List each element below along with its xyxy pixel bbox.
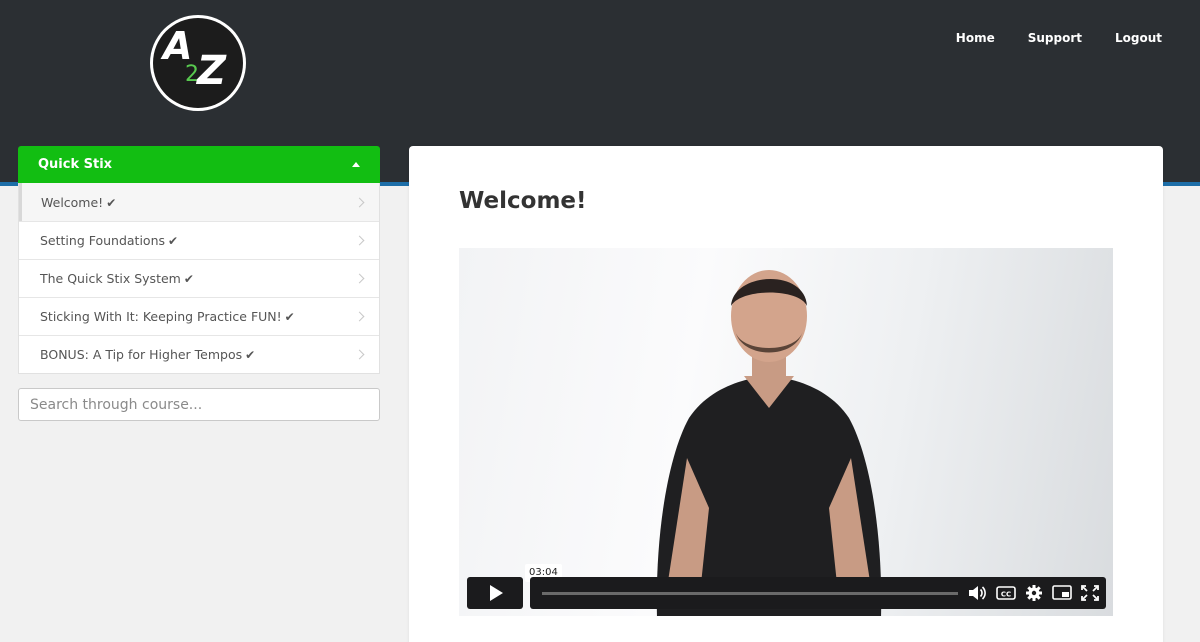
volume-icon[interactable] — [967, 584, 987, 602]
lesson-label: Welcome! — [41, 194, 104, 210]
lesson-title: Welcome! — [459, 188, 587, 214]
video-player[interactable]: 03:04 CC — [459, 248, 1113, 616]
lesson-label: Sticking With It: Keeping Practice FUN! — [40, 309, 282, 324]
course-search-input[interactable] — [18, 388, 380, 421]
fullscreen-icon[interactable] — [1080, 584, 1100, 602]
settings-icon[interactable] — [1024, 584, 1044, 602]
lesson-item-welcome[interactable]: Welcome! ✔ — [19, 183, 379, 221]
lesson-item-setting-foundations[interactable]: Setting Foundations ✔ — [19, 221, 379, 259]
progress-track[interactable] — [542, 592, 958, 595]
chevron-right-icon — [354, 273, 365, 284]
nav-support-link[interactable]: Support — [1028, 31, 1082, 45]
lesson-content-card: Welcome! 03:04 CC — [409, 146, 1163, 642]
caret-up-icon — [352, 162, 360, 167]
nav-home-link[interactable]: Home — [956, 31, 995, 45]
picture-in-picture-icon[interactable] — [1052, 584, 1072, 602]
top-nav: Home Support Logout — [956, 31, 1162, 45]
lesson-item-sticking-with-it[interactable]: Sticking With It: Keeping Practice FUN! ✔ — [19, 297, 379, 335]
chevron-right-icon — [354, 197, 365, 207]
course-accordion-header[interactable]: Quick Stix — [18, 146, 380, 183]
presenter-figure — [656, 270, 882, 616]
lesson-item-quick-stix-system[interactable]: The Quick Stix System ✔ — [19, 259, 379, 297]
az-logo[interactable]: A 2 Z — [150, 15, 246, 111]
course-title: Quick Stix — [38, 157, 113, 172]
checkmark-icon: ✔ — [168, 234, 179, 248]
course-sidebar: Quick Stix Welcome! ✔ Setting Foundations… — [18, 146, 380, 374]
lesson-item-bonus-tip[interactable]: BONUS: A Tip for Higher Tempos ✔ — [19, 335, 379, 373]
lesson-label: The Quick Stix System — [40, 271, 181, 286]
chevron-right-icon — [354, 235, 365, 246]
lesson-label: BONUS: A Tip for Higher Tempos — [40, 347, 243, 362]
logo-mark: A 2 Z — [153, 18, 243, 108]
chevron-right-icon — [354, 349, 365, 360]
video-control-bar: CC — [530, 577, 1106, 609]
nav-logout-link[interactable]: Logout — [1115, 31, 1162, 45]
play-icon — [490, 585, 503, 601]
checkmark-icon: ✔ — [284, 310, 295, 324]
lesson-label: Setting Foundations — [40, 233, 166, 248]
logo-letter-z: Z — [197, 48, 227, 94]
lesson-list: Welcome! ✔ Setting Foundations ✔ The Quick… — [18, 183, 380, 374]
captions-icon[interactable]: CC — [996, 584, 1016, 602]
checkmark-icon: ✔ — [183, 272, 194, 286]
play-button[interactable] — [467, 577, 523, 609]
svg-text:CC: CC — [1001, 591, 1011, 599]
checkmark-icon: ✔ — [245, 348, 256, 362]
chevron-right-icon — [354, 311, 365, 322]
checkmark-icon: ✔ — [106, 195, 117, 210]
